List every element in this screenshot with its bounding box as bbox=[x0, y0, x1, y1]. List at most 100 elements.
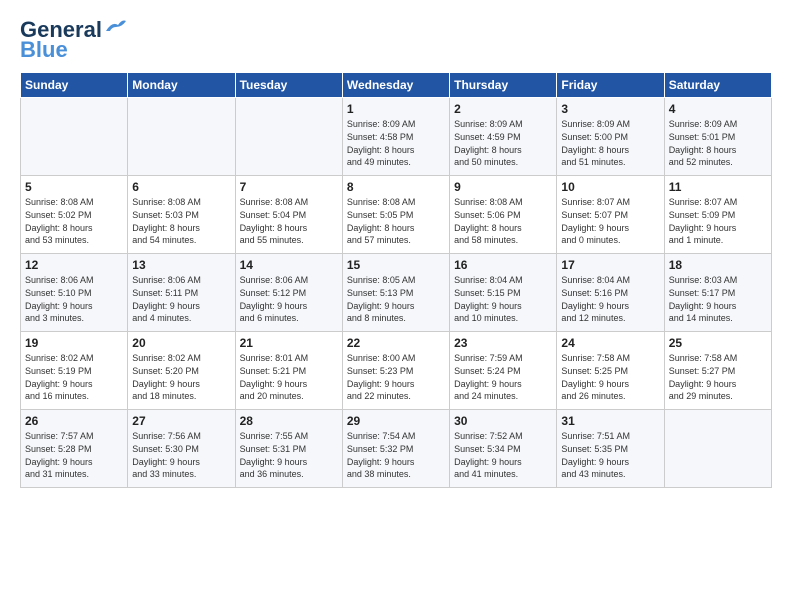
day-info: Sunrise: 8:01 AM Sunset: 5:21 PM Dayligh… bbox=[240, 352, 338, 402]
calendar-cell: 26 Sunrise: 7:57 AM Sunset: 5:28 PM Dayli… bbox=[21, 410, 128, 488]
day-number: 22 bbox=[347, 336, 445, 350]
weekday-header-thursday: Thursday bbox=[450, 73, 557, 98]
weekday-header-sunday: Sunday bbox=[21, 73, 128, 98]
day-info: Sunrise: 7:55 AM Sunset: 5:31 PM Dayligh… bbox=[240, 430, 338, 480]
calendar-cell: 15Sunrise: 8:05 AM Sunset: 5:13 PM Dayli… bbox=[342, 254, 449, 332]
day-number: 7 bbox=[240, 180, 338, 194]
day-number: 1 bbox=[347, 102, 445, 116]
day-number: 13 bbox=[132, 258, 230, 272]
day-number: 8 bbox=[347, 180, 445, 194]
day-info: Sunrise: 8:09 AM Sunset: 4:59 PM Dayligh… bbox=[454, 118, 552, 168]
calendar-cell: 5 Sunrise: 8:08 AM Sunset: 5:02 PM Daylig… bbox=[21, 176, 128, 254]
day-info: Sunrise: 7:57 AM Sunset: 5:28 PM Dayligh… bbox=[25, 430, 123, 480]
day-info: Sunrise: 8:08 AM Sunset: 5:06 PM Dayligh… bbox=[454, 196, 552, 246]
calendar-cell: 22 Sunrise: 8:00 AM Sunset: 5:23 PM Dayli… bbox=[342, 332, 449, 410]
weekday-header-monday: Monday bbox=[128, 73, 235, 98]
day-info: Sunrise: 8:06 AM Sunset: 5:11 PM Dayligh… bbox=[132, 274, 230, 324]
day-info: Sunrise: 8:06 AM Sunset: 5:10 PM Dayligh… bbox=[25, 274, 123, 324]
calendar-cell: 13 Sunrise: 8:06 AM Sunset: 5:11 PM Dayli… bbox=[128, 254, 235, 332]
logo-bird-icon bbox=[104, 19, 126, 35]
header: General Blue bbox=[20, 18, 772, 62]
day-number: 30 bbox=[454, 414, 552, 428]
day-info: Sunrise: 7:51 AM Sunset: 5:35 PM Dayligh… bbox=[561, 430, 659, 480]
day-number: 10 bbox=[561, 180, 659, 194]
day-number: 2 bbox=[454, 102, 552, 116]
day-number: 17 bbox=[561, 258, 659, 272]
day-number: 25 bbox=[669, 336, 767, 350]
day-info: Sunrise: 8:07 AM Sunset: 5:09 PM Dayligh… bbox=[669, 196, 767, 246]
calendar-week-row: 5 Sunrise: 8:08 AM Sunset: 5:02 PM Daylig… bbox=[21, 176, 772, 254]
day-number: 11 bbox=[669, 180, 767, 194]
calendar-body: 1 Sunrise: 8:09 AM Sunset: 4:58 PM Daylig… bbox=[21, 98, 772, 488]
day-number: 20 bbox=[132, 336, 230, 350]
day-number: 15 bbox=[347, 258, 445, 272]
day-info: Sunrise: 8:08 AM Sunset: 5:02 PM Dayligh… bbox=[25, 196, 123, 246]
day-info: Sunrise: 8:04 AM Sunset: 5:15 PM Dayligh… bbox=[454, 274, 552, 324]
day-info: Sunrise: 7:58 AM Sunset: 5:27 PM Dayligh… bbox=[669, 352, 767, 402]
calendar-cell: 24 Sunrise: 7:58 AM Sunset: 5:25 PM Dayli… bbox=[557, 332, 664, 410]
day-number: 18 bbox=[669, 258, 767, 272]
day-info: Sunrise: 8:09 AM Sunset: 5:00 PM Dayligh… bbox=[561, 118, 659, 168]
day-number: 28 bbox=[240, 414, 338, 428]
day-info: Sunrise: 7:56 AM Sunset: 5:30 PM Dayligh… bbox=[132, 430, 230, 480]
calendar-cell bbox=[664, 410, 771, 488]
day-number: 5 bbox=[25, 180, 123, 194]
calendar-cell: 23Sunrise: 7:59 AM Sunset: 5:24 PM Dayli… bbox=[450, 332, 557, 410]
weekday-header-wednesday: Wednesday bbox=[342, 73, 449, 98]
day-number: 24 bbox=[561, 336, 659, 350]
calendar-cell: 8 Sunrise: 8:08 AM Sunset: 5:05 PM Daylig… bbox=[342, 176, 449, 254]
calendar-cell: 20 Sunrise: 8:02 AM Sunset: 5:20 PM Dayli… bbox=[128, 332, 235, 410]
day-info: Sunrise: 8:04 AM Sunset: 5:16 PM Dayligh… bbox=[561, 274, 659, 324]
day-info: Sunrise: 8:09 AM Sunset: 4:58 PM Dayligh… bbox=[347, 118, 445, 168]
day-number: 16 bbox=[454, 258, 552, 272]
calendar-week-row: 19Sunrise: 8:02 AM Sunset: 5:19 PM Dayli… bbox=[21, 332, 772, 410]
calendar-cell: 7 Sunrise: 8:08 AM Sunset: 5:04 PM Daylig… bbox=[235, 176, 342, 254]
calendar-cell: 10 Sunrise: 8:07 AM Sunset: 5:07 PM Dayli… bbox=[557, 176, 664, 254]
calendar-cell: 9 Sunrise: 8:08 AM Sunset: 5:06 PM Daylig… bbox=[450, 176, 557, 254]
day-number: 3 bbox=[561, 102, 659, 116]
calendar-cell: 2 Sunrise: 8:09 AM Sunset: 4:59 PM Daylig… bbox=[450, 98, 557, 176]
calendar-cell: 6Sunrise: 8:08 AM Sunset: 5:03 PM Daylig… bbox=[128, 176, 235, 254]
calendar-week-row: 26 Sunrise: 7:57 AM Sunset: 5:28 PM Dayli… bbox=[21, 410, 772, 488]
day-number: 23 bbox=[454, 336, 552, 350]
logo-blue: Blue bbox=[20, 38, 68, 62]
day-info: Sunrise: 8:08 AM Sunset: 5:05 PM Dayligh… bbox=[347, 196, 445, 246]
weekday-header-saturday: Saturday bbox=[664, 73, 771, 98]
day-number: 9 bbox=[454, 180, 552, 194]
calendar-cell: 29Sunrise: 7:54 AM Sunset: 5:32 PM Dayli… bbox=[342, 410, 449, 488]
calendar-week-row: 1 Sunrise: 8:09 AM Sunset: 4:58 PM Daylig… bbox=[21, 98, 772, 176]
calendar-cell: 28 Sunrise: 7:55 AM Sunset: 5:31 PM Dayli… bbox=[235, 410, 342, 488]
day-info: Sunrise: 8:08 AM Sunset: 5:03 PM Dayligh… bbox=[132, 196, 230, 246]
calendar-cell: 19Sunrise: 8:02 AM Sunset: 5:19 PM Dayli… bbox=[21, 332, 128, 410]
day-info: Sunrise: 8:00 AM Sunset: 5:23 PM Dayligh… bbox=[347, 352, 445, 402]
weekday-header-friday: Friday bbox=[557, 73, 664, 98]
day-info: Sunrise: 7:52 AM Sunset: 5:34 PM Dayligh… bbox=[454, 430, 552, 480]
calendar-cell: 3 Sunrise: 8:09 AM Sunset: 5:00 PM Daylig… bbox=[557, 98, 664, 176]
day-info: Sunrise: 8:08 AM Sunset: 5:04 PM Dayligh… bbox=[240, 196, 338, 246]
calendar-cell: 17 Sunrise: 8:04 AM Sunset: 5:16 PM Dayli… bbox=[557, 254, 664, 332]
calendar-cell: 12 Sunrise: 8:06 AM Sunset: 5:10 PM Dayli… bbox=[21, 254, 128, 332]
logo: General Blue bbox=[20, 18, 126, 62]
calendar-cell bbox=[235, 98, 342, 176]
day-info: Sunrise: 8:06 AM Sunset: 5:12 PM Dayligh… bbox=[240, 274, 338, 324]
calendar-cell: 14 Sunrise: 8:06 AM Sunset: 5:12 PM Dayli… bbox=[235, 254, 342, 332]
day-number: 4 bbox=[669, 102, 767, 116]
day-info: Sunrise: 7:54 AM Sunset: 5:32 PM Dayligh… bbox=[347, 430, 445, 480]
day-info: Sunrise: 8:02 AM Sunset: 5:20 PM Dayligh… bbox=[132, 352, 230, 402]
calendar-cell: 31Sunrise: 7:51 AM Sunset: 5:35 PM Dayli… bbox=[557, 410, 664, 488]
calendar-cell: 16 Sunrise: 8:04 AM Sunset: 5:15 PM Dayli… bbox=[450, 254, 557, 332]
day-number: 27 bbox=[132, 414, 230, 428]
day-number: 12 bbox=[25, 258, 123, 272]
day-info: Sunrise: 8:03 AM Sunset: 5:17 PM Dayligh… bbox=[669, 274, 767, 324]
calendar-cell: 25 Sunrise: 7:58 AM Sunset: 5:27 PM Dayli… bbox=[664, 332, 771, 410]
calendar-cell: 11 Sunrise: 8:07 AM Sunset: 5:09 PM Dayli… bbox=[664, 176, 771, 254]
calendar-cell: 1 Sunrise: 8:09 AM Sunset: 4:58 PM Daylig… bbox=[342, 98, 449, 176]
day-number: 14 bbox=[240, 258, 338, 272]
calendar-week-row: 12 Sunrise: 8:06 AM Sunset: 5:10 PM Dayli… bbox=[21, 254, 772, 332]
calendar-cell: 27 Sunrise: 7:56 AM Sunset: 5:30 PM Dayli… bbox=[128, 410, 235, 488]
day-number: 26 bbox=[25, 414, 123, 428]
day-number: 21 bbox=[240, 336, 338, 350]
day-info: Sunrise: 7:58 AM Sunset: 5:25 PM Dayligh… bbox=[561, 352, 659, 402]
day-number: 19 bbox=[25, 336, 123, 350]
day-info: Sunrise: 8:07 AM Sunset: 5:07 PM Dayligh… bbox=[561, 196, 659, 246]
